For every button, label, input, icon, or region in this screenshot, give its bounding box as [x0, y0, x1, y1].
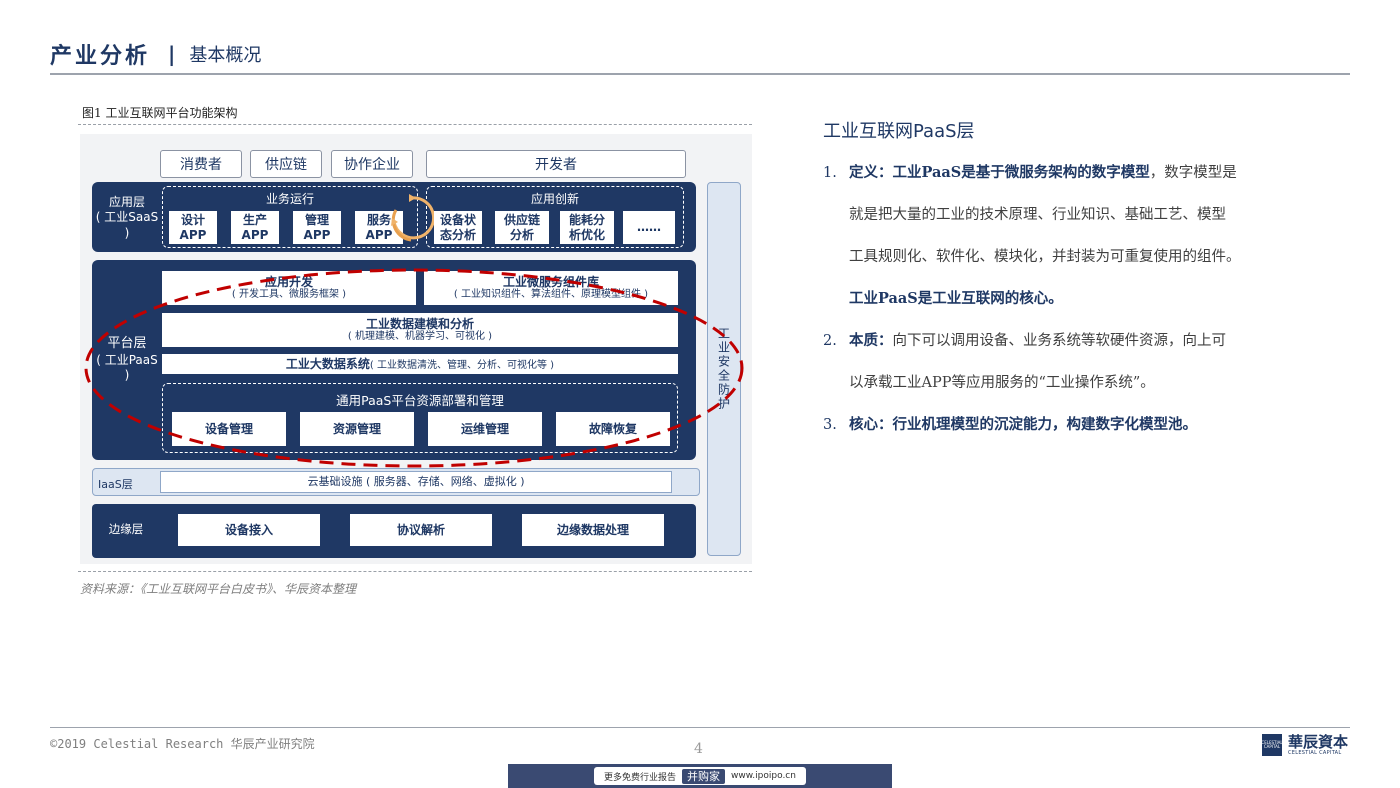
item-2-line2: 以承载工业APP等应用服务的“工业操作系统”。 [849, 375, 1155, 391]
logo-cn: 華辰資本 [1288, 733, 1349, 751]
item-3-lead: 核心： [849, 416, 893, 433]
paas-highlight-ellipse [84, 268, 744, 468]
item-2-num: 2. [823, 333, 837, 349]
item-2-line1: 2. 本质：向下可以调用设备、业务系统等软硬件资源，向上可 [823, 320, 1226, 362]
figure-top-divider [78, 124, 752, 125]
item-1-bold: 工业PaaS是基于微服务架构的数字模型 [892, 164, 1150, 181]
header-divider [50, 73, 1350, 75]
page-subtitle: 基本概况 [189, 45, 262, 66]
architecture-diagram: 消费者 供应链 协作企业 开发者 应用层 ( 工业SaaS ) 业务运行 设计 A… [80, 134, 752, 564]
banner-brand: 并购家 [682, 768, 726, 784]
banner-url[interactable]: www.ipoipo.cn [731, 771, 796, 781]
section-title: 工业互联网PaaS层 [823, 121, 975, 142]
item-3-bold: 行业机理模型的沉淀能力，构建数字化模型池。 [892, 416, 1198, 433]
company-logo: CELESTIAL CAPITAL 華辰資本 CELESTIAL CAPITAL [1261, 734, 1348, 756]
banner-left-text: 更多免费行业报告 [604, 772, 677, 783]
page-number: 4 [694, 741, 703, 757]
item-2-text1: 向下可以调用设备、业务系统等软硬件资源，向上可 [892, 333, 1227, 349]
item-1-text1: ，数字模型是 [1149, 165, 1237, 181]
item-2-lead: 本质： [849, 332, 893, 349]
title-separator: | [168, 42, 176, 66]
copyright: ©2019 Celestial Research 华辰产业研究院 [50, 737, 315, 751]
item-1-num: 1. [823, 165, 837, 181]
item-1-line1: 1. 定义：工业PaaS是基于微服务架构的数字模型，数字模型是 [823, 152, 1237, 194]
item-1-line3: 工具规则化、软件化、模块化，并封装为可重复使用的组件。 [849, 249, 1241, 265]
item-3-num: 3. [823, 417, 837, 433]
figure-caption: 图1 工业互联网平台功能架构 [82, 106, 238, 120]
promo-banner-inner[interactable]: 更多免费行业报告 并购家 www.ipoipo.cn [594, 767, 806, 785]
figure-source: 资料来源：《工业互联网平台白皮书》、华辰资本整理 [80, 582, 357, 596]
item-1-lead: 定义： [849, 164, 893, 181]
page-title: 产业分析 [50, 44, 151, 69]
logo-en: CELESTIAL CAPITAL [1288, 750, 1342, 756]
item-1-line4-text: 工业PaaS是工业互联网的核心。 [849, 290, 1063, 307]
figure-bottom-divider [78, 571, 752, 572]
item-3-line1: 3. 核心：行业机理模型的沉淀能力，构建数字化模型池。 [823, 404, 1197, 446]
page-header: 产业分析 | 基本概况 [50, 38, 261, 70]
item-1-line4: 工业PaaS是工业互联网的核心。 [849, 278, 1063, 320]
item-1-line2: 就是把大量的工业的技术原理、行业知识、基础工艺、模型 [849, 207, 1226, 223]
logo-mark-icon: CELESTIAL CAPITAL [1261, 734, 1283, 756]
promo-banner[interactable]: 更多免费行业报告 并购家 www.ipoipo.cn [508, 764, 892, 788]
logo-text: 華辰資本 CELESTIAL CAPITAL [1288, 734, 1348, 756]
footer-divider [50, 727, 1350, 728]
